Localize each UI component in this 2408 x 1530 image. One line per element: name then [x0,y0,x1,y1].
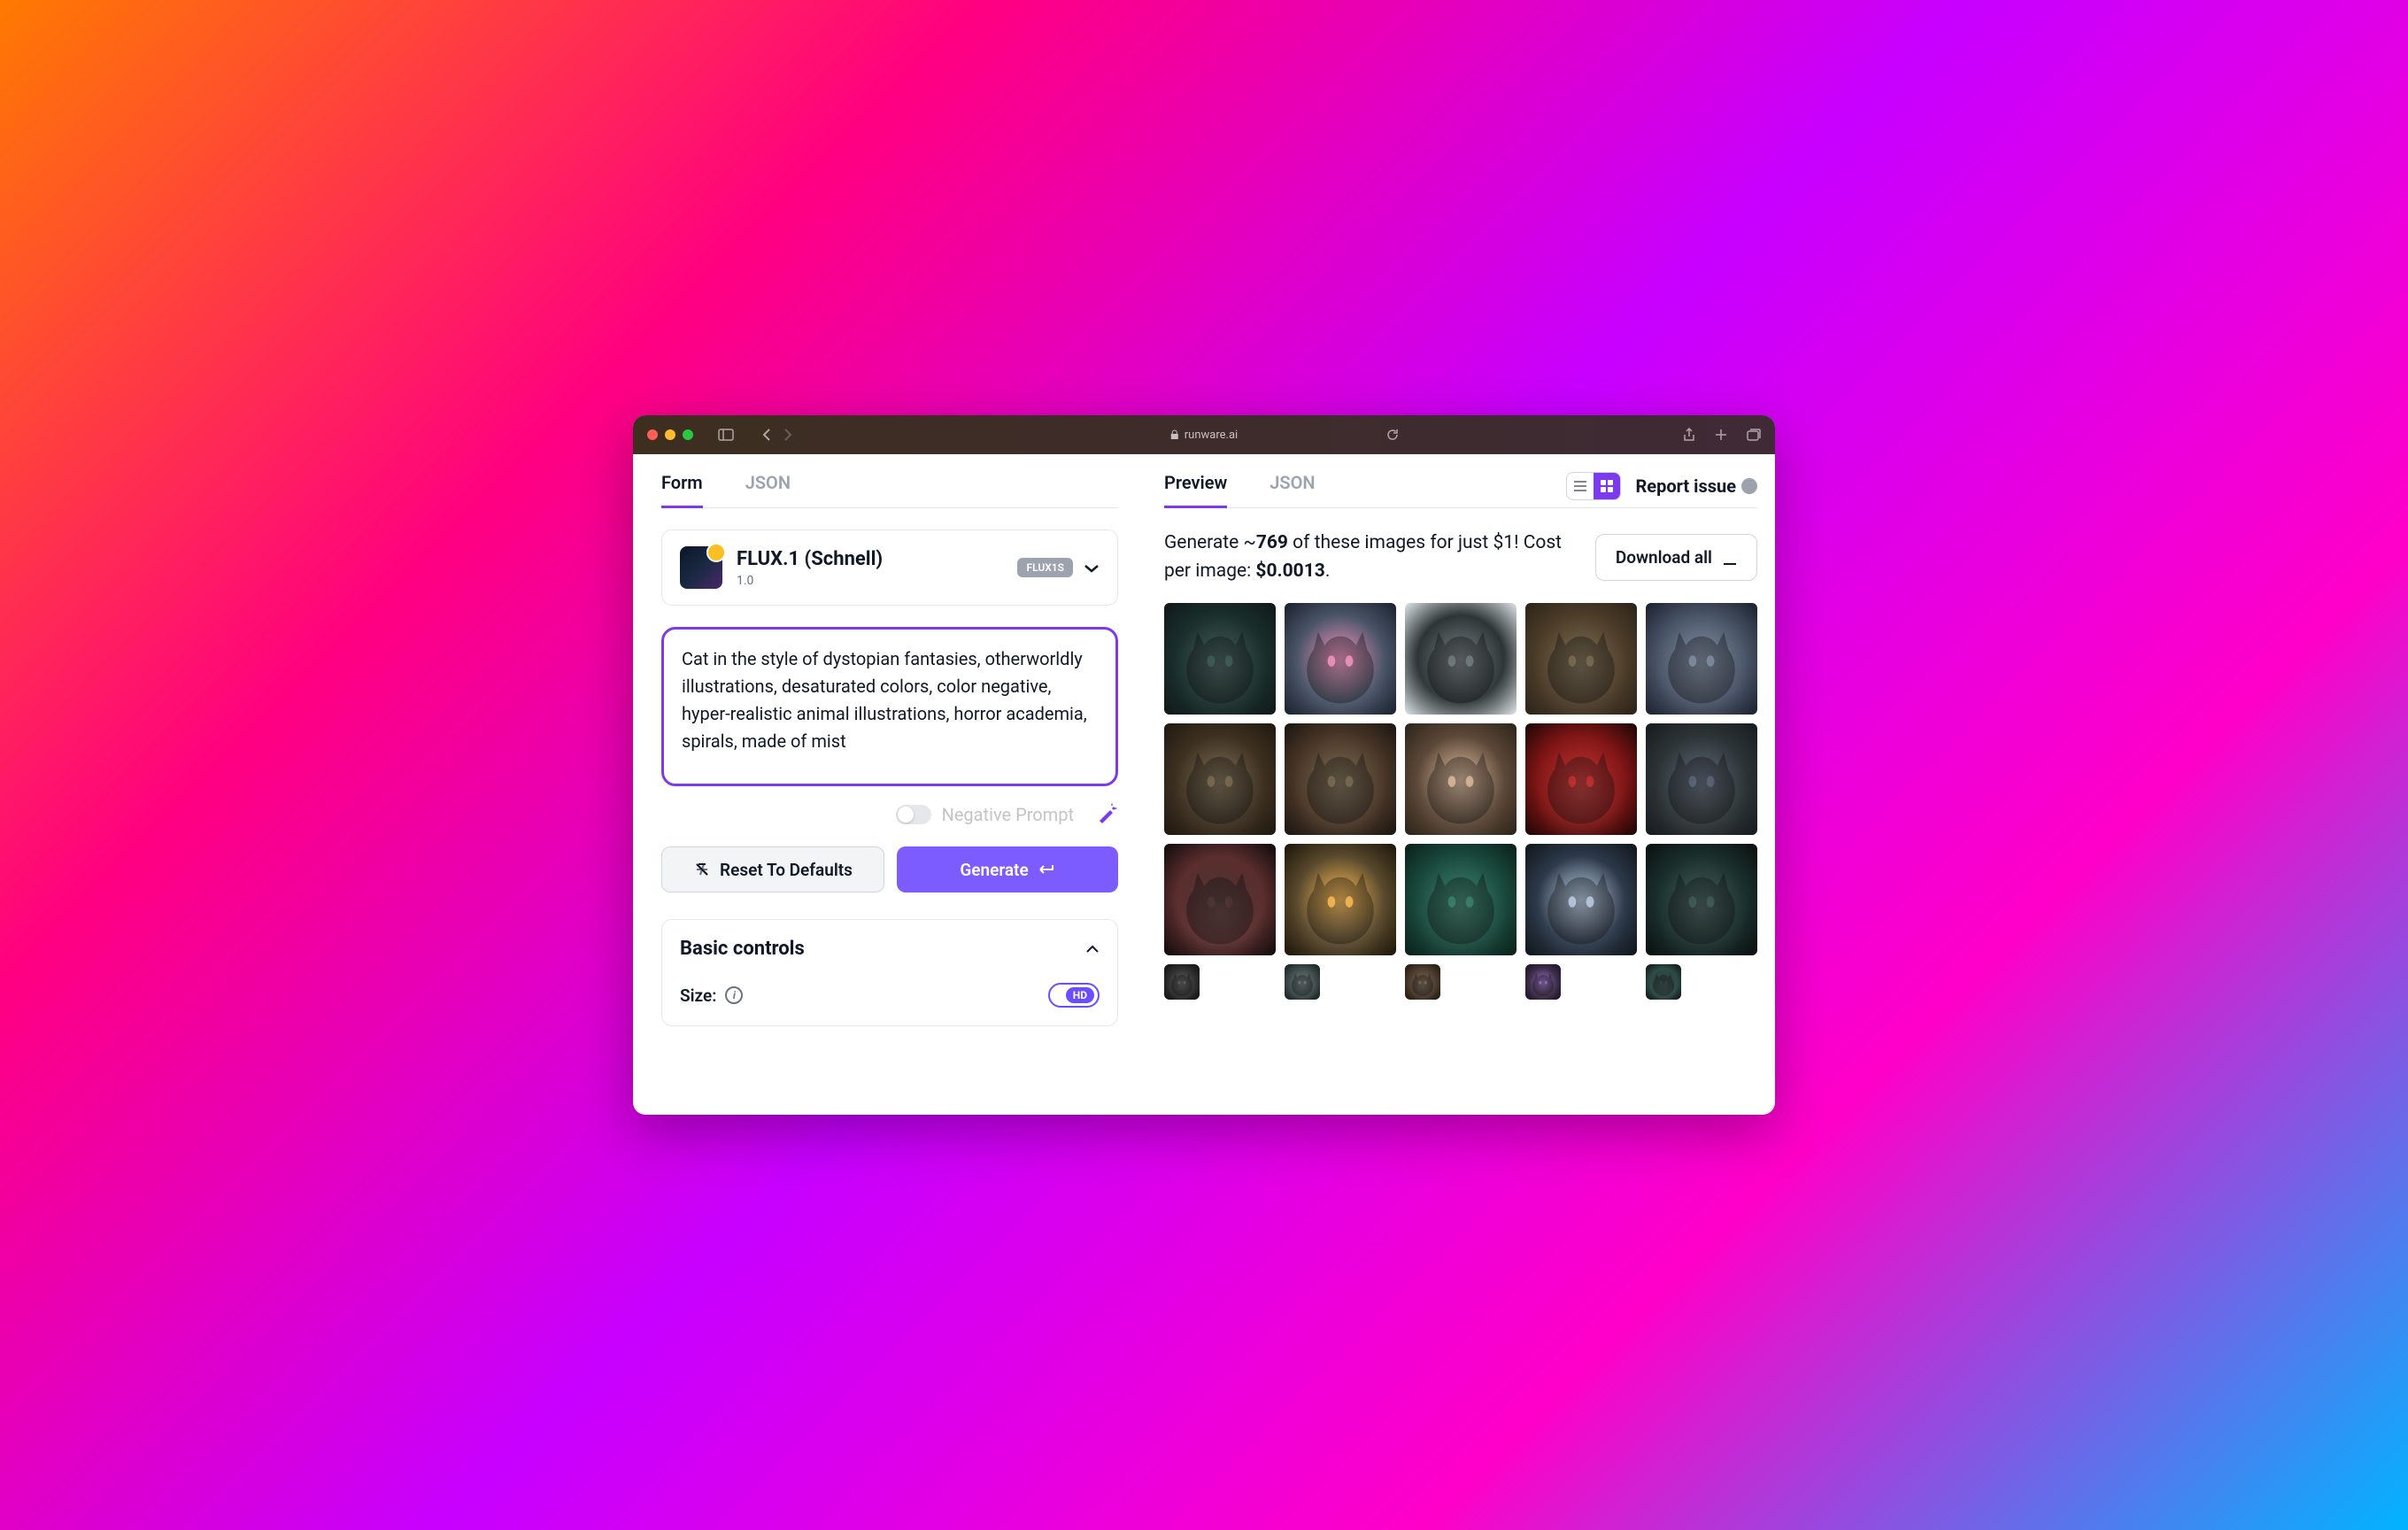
hd-toggle[interactable]: HD [1048,983,1100,1008]
download-all-button[interactable]: Download all [1595,534,1757,581]
generated-image[interactable] [1164,723,1276,835]
basic-controls-section: Basic controls Size: i HD [661,919,1118,1026]
generated-image[interactable] [1525,603,1637,715]
generated-image[interactable] [1646,844,1757,955]
generated-image[interactable] [1285,603,1396,715]
close-window-button[interactable] [647,429,658,440]
model-badge: FLUX1S [1017,558,1073,577]
tab-preview[interactable]: Preview [1164,472,1227,507]
generated-image[interactable] [1646,603,1757,715]
enter-icon [1038,863,1055,876]
negative-prompt-toggle[interactable] [896,805,931,824]
magic-wand-icon[interactable] [1097,802,1118,827]
generated-image[interactable] [1285,723,1396,835]
url-text: runware.ai [1185,429,1238,442]
generate-button[interactable]: Generate [897,846,1118,892]
grid-view-button[interactable] [1594,473,1620,499]
window-titlebar: runware.ai [633,415,1775,454]
address-bar[interactable]: runware.ai [1170,429,1238,442]
generated-image[interactable] [1285,964,1320,1000]
generated-image[interactable] [1405,964,1440,1000]
view-toggle [1566,472,1621,500]
generated-image[interactable] [1285,844,1396,955]
reload-button[interactable] [1386,429,1399,441]
traffic-lights [647,429,693,440]
reset-icon [693,861,711,878]
generated-image[interactable] [1405,603,1517,715]
tabs-overview-button[interactable] [1747,429,1761,441]
tab-json-right[interactable]: JSON [1270,472,1315,507]
info-icon[interactable]: i [725,986,743,1004]
sidebar-toggle-icon[interactable] [718,429,734,441]
generated-image[interactable] [1405,844,1517,955]
hd-pill: HD [1066,987,1094,1003]
tab-json-left[interactable]: JSON [745,472,791,507]
generated-image[interactable] [1646,964,1681,1000]
download-icon [1723,550,1737,566]
report-issue-button[interactable]: Report issue [1635,475,1757,497]
generated-image[interactable] [1405,723,1517,835]
new-tab-button[interactable] [1715,429,1727,441]
report-badge-icon [1741,478,1757,494]
generated-image[interactable] [1164,964,1200,1000]
nav-forward-button[interactable] [783,428,792,442]
image-grid [1164,603,1757,1000]
generated-image[interactable] [1164,603,1276,715]
share-button[interactable] [1683,428,1695,442]
model-version: 1.0 [737,574,883,588]
minimize-window-button[interactable] [665,429,675,440]
prompt-input[interactable]: Cat in the style of dystopian fantasies,… [661,627,1118,786]
size-label: Size: [680,985,716,1006]
basic-controls-header[interactable]: Basic controls [680,938,1100,960]
generated-image[interactable] [1525,723,1637,835]
chevron-down-icon [1084,560,1100,576]
tab-form[interactable]: Form [661,472,703,507]
cost-text: Generate ~769 of these images for just $… [1164,529,1578,585]
nav-back-button[interactable] [762,428,771,442]
reset-to-defaults-button[interactable]: Reset To Defaults [661,846,884,892]
generated-image[interactable] [1164,844,1276,955]
maximize-window-button[interactable] [683,429,693,440]
model-selector[interactable]: FLUX.1 (Schnell) 1.0 FLUX1S [661,529,1118,606]
generated-image[interactable] [1525,964,1561,1000]
model-name: FLUX.1 (Schnell) [737,548,883,570]
lock-icon [1170,429,1179,440]
generated-image[interactable] [1525,844,1637,955]
generated-image[interactable] [1646,723,1757,835]
list-view-button[interactable] [1567,473,1594,499]
negative-prompt-label: Negative Prompt [942,804,1074,825]
chevron-up-icon [1085,945,1100,954]
model-thumbnail [680,546,722,589]
